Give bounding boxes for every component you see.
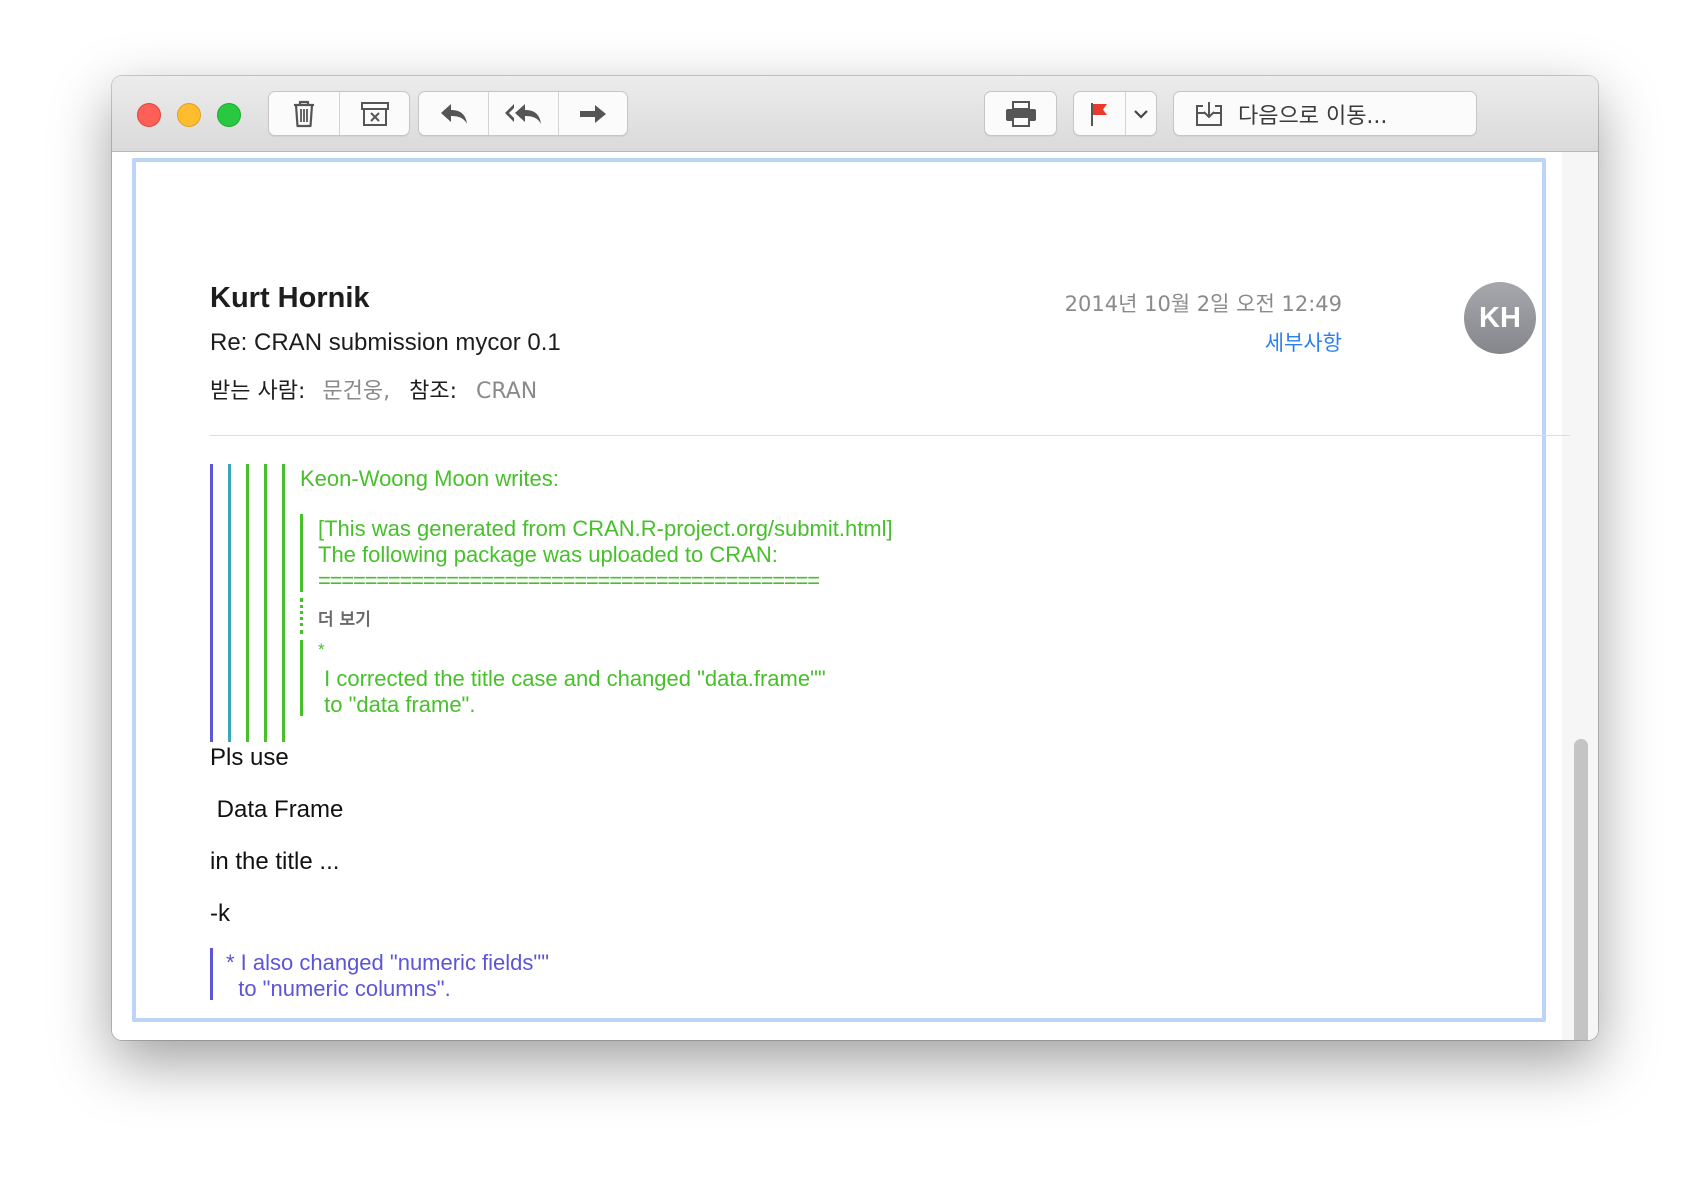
avatar: KH xyxy=(1464,282,1536,354)
quote-bar-level-6b xyxy=(300,640,303,716)
message-date: 2014년 10월 2일 오전 12:49 xyxy=(1064,292,1342,316)
quote-bullet: * xyxy=(318,640,325,659)
reply-all-icon xyxy=(504,103,541,124)
quote-bar-level-2 xyxy=(228,464,231,742)
reply-group xyxy=(418,91,628,136)
quote-line-3: ========================================… xyxy=(318,568,820,593)
reply-line-4: -k xyxy=(210,900,230,927)
collapsed-quote-marker xyxy=(300,598,303,634)
mail-window: 다음으로 이동... Kurt Hornik Re: CRAN submissi… xyxy=(112,76,1598,1040)
print-group xyxy=(984,91,1057,136)
quote-attribution: Keon-Woong Moon writes: xyxy=(300,466,559,491)
scrollbar-thumb[interactable] xyxy=(1574,739,1588,1040)
move-to-label: 다음으로 이동... xyxy=(1238,103,1388,129)
quote-bar-level-5 xyxy=(282,464,285,742)
forward-icon xyxy=(579,104,606,123)
print-icon xyxy=(1005,100,1036,127)
archive-icon xyxy=(360,101,389,126)
zoom-window-button[interactable] xyxy=(217,103,241,127)
trash-icon xyxy=(294,100,314,127)
trailing-quote-line-2: to "numeric columns". xyxy=(226,976,451,1001)
close-window-button[interactable] xyxy=(137,103,161,127)
reply-line-1: Pls use xyxy=(210,744,289,771)
avatar-initials: KH xyxy=(1479,301,1521,334)
trailing-quote-line-1: * I also changed "numeric fields"" xyxy=(226,950,550,975)
archive-button[interactable] xyxy=(339,92,409,135)
print-button[interactable] xyxy=(985,92,1056,135)
forward-button[interactable] xyxy=(557,92,627,135)
move-to-icon xyxy=(1196,101,1222,126)
toolbar: 다음으로 이동... xyxy=(112,76,1598,152)
reply-button[interactable] xyxy=(419,92,488,135)
header-divider xyxy=(210,435,1570,436)
move-to-button[interactable]: 다음으로 이동... xyxy=(1173,91,1477,136)
cc-label: 참조: xyxy=(409,379,457,404)
delete-archive-group xyxy=(268,91,410,136)
sender-name[interactable]: Kurt Hornik xyxy=(210,282,370,315)
correction-line-1: I corrected the title case and changed "… xyxy=(318,666,826,691)
delete-button[interactable] xyxy=(269,92,339,135)
move-to-content: 다음으로 이동... xyxy=(1174,92,1387,135)
quote-bar-level-1 xyxy=(210,464,213,742)
reply-line-2: Data Frame xyxy=(210,796,344,823)
quote-line-1: [This was generated from CRAN.R-project.… xyxy=(318,516,893,541)
show-more-link[interactable]: 더 보기 xyxy=(318,605,371,630)
cc-recipient[interactable]: CRAN xyxy=(476,379,537,404)
recipients-line: 받는 사람: 문건웅, 참조: CRAN xyxy=(210,373,537,405)
reply-icon xyxy=(440,103,467,124)
correction-line-2: to "data frame". xyxy=(318,692,476,717)
to-label: 받는 사람: xyxy=(210,379,306,404)
message-view: Kurt Hornik Re: CRAN submission mycor 0.… xyxy=(112,152,1598,1040)
trailing-quote-bar xyxy=(210,948,213,1000)
reply-all-button[interactable] xyxy=(488,92,557,135)
flag-button[interactable] xyxy=(1074,92,1125,135)
to-recipient[interactable]: 문건웅, xyxy=(322,379,390,404)
minimize-window-button[interactable] xyxy=(177,103,201,127)
message-focus-frame: Kurt Hornik Re: CRAN submission mycor 0.… xyxy=(132,158,1570,1022)
quote-bar-level-3 xyxy=(246,464,249,742)
flag-dropdown-button[interactable] xyxy=(1124,92,1156,135)
chevron-down-icon xyxy=(1134,109,1148,119)
subject-line: Re: CRAN submission mycor 0.1 xyxy=(210,329,561,356)
quote-bar-level-4 xyxy=(264,464,267,742)
quote-bar-level-6 xyxy=(300,514,303,592)
details-link[interactable]: 세부사항 xyxy=(1265,327,1342,357)
flag-icon xyxy=(1091,102,1108,126)
reply-line-3: in the title ... xyxy=(210,848,340,875)
flag-group xyxy=(1073,91,1157,136)
quote-line-2: The following package was uploaded to CR… xyxy=(318,542,778,567)
